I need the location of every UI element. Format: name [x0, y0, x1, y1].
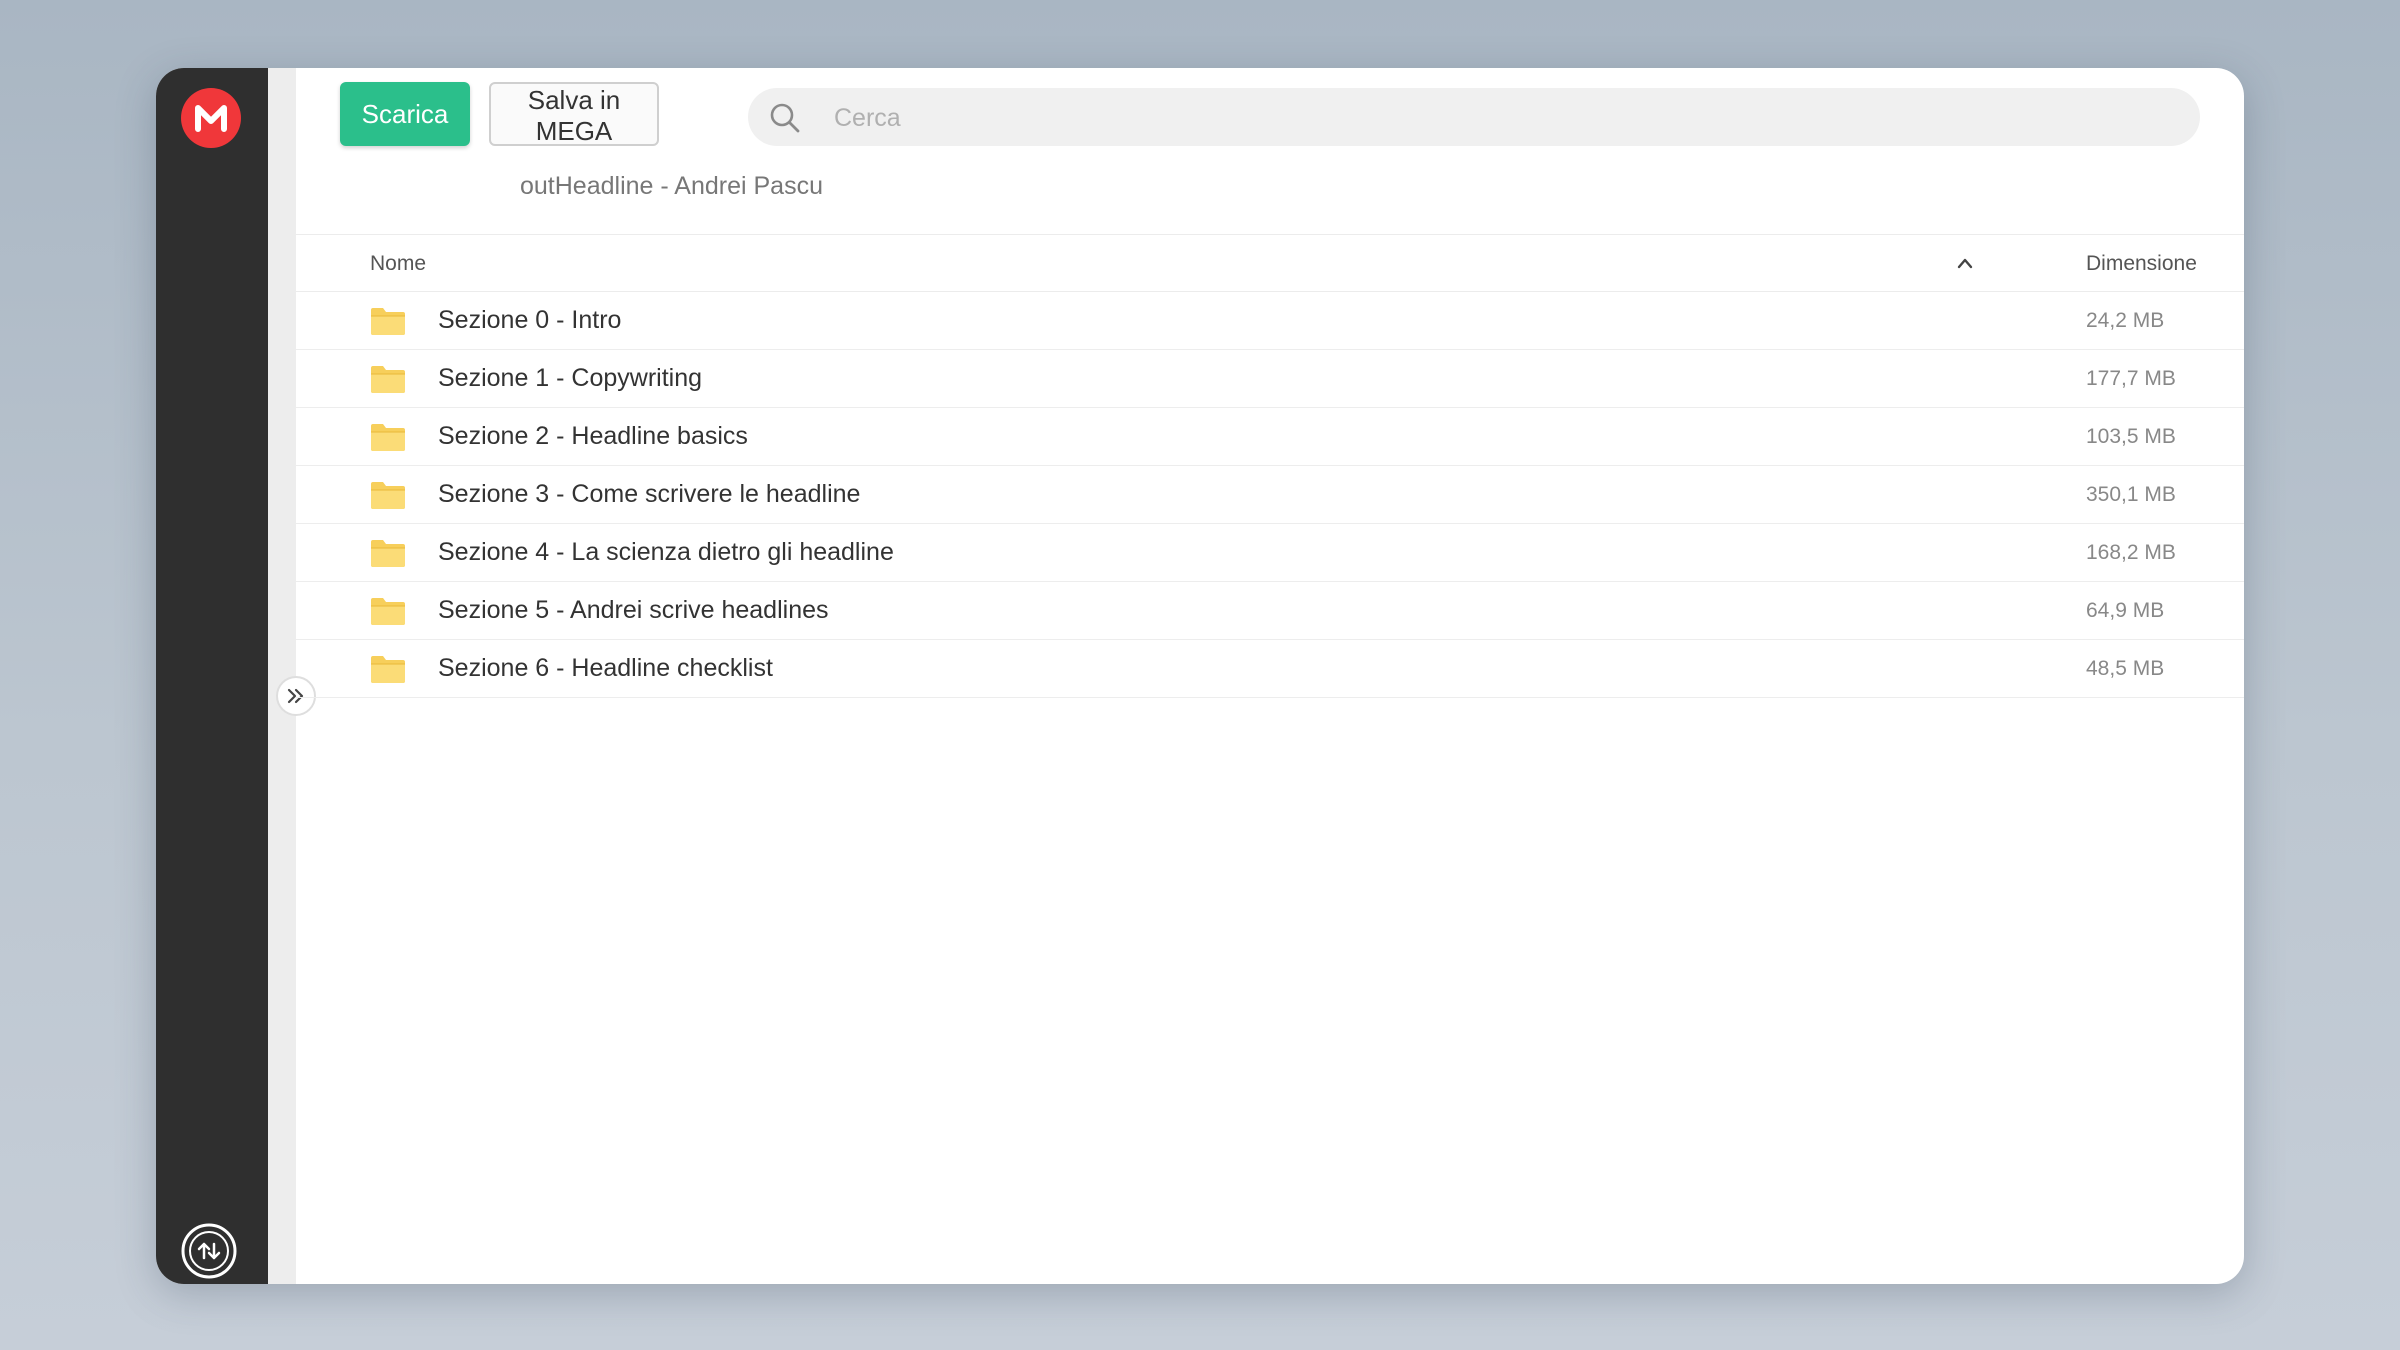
item-name: Sezione 6 - Headline checklist	[438, 654, 773, 682]
list-item[interactable]: Sezione 4 - La scienza dietro gli headli…	[296, 524, 2244, 582]
item-name: Sezione 1 - Copywriting	[438, 364, 703, 392]
folder-icon	[370, 596, 406, 631]
item-name: Sezione 5 - Andrei scrive headlines	[438, 596, 829, 624]
chevron-up-icon[interactable]	[1956, 256, 1974, 275]
folder-icon	[370, 654, 406, 689]
item-size: 177,7 MB	[2086, 367, 2176, 390]
column-header-name[interactable]: Nome	[370, 252, 426, 276]
list-header: Nome Dimensione Tipo	[296, 234, 2244, 292]
save-to-mega-button[interactable]: Salva in MEGA	[489, 82, 659, 146]
list-item[interactable]: Sezione 2 - Headline basics 103,5 MB Car…	[296, 408, 2244, 466]
folder-icon	[370, 422, 406, 457]
item-size: 64,9 MB	[2086, 599, 2165, 622]
mega-logo-icon[interactable]	[181, 88, 241, 148]
folder-icon	[370, 306, 406, 341]
folder-icon	[370, 480, 406, 515]
folder-icon	[370, 538, 406, 573]
item-size: 48,5 MB	[2086, 657, 2165, 680]
list-item[interactable]: Sezione 5 - Andrei scrive headlines 64,9…	[296, 582, 2244, 640]
search-icon[interactable]	[768, 101, 802, 135]
search-bar	[748, 88, 2200, 146]
item-name: Sezione 3 - Come scrivere le headline	[438, 480, 861, 508]
folder-icon	[370, 364, 406, 399]
transfer-manager-icon[interactable]	[180, 1222, 238, 1280]
item-name: Sezione 2 - Headline basics	[438, 422, 748, 450]
list-item[interactable]: Sezione 3 - Come scrivere le headline 35…	[296, 466, 2244, 524]
app-window: Scarica Salva in MEGA outHeadline - Andr…	[156, 68, 2244, 1284]
download-button[interactable]: Scarica	[340, 82, 470, 146]
sidebar	[156, 68, 268, 1284]
list-item[interactable]: Sezione 6 - Headline checklist 48,5 MB C…	[296, 640, 2244, 698]
item-name: Sezione 4 - La scienza dietro gli headli…	[438, 538, 894, 566]
item-name: Sezione 0 - Intro	[438, 306, 622, 334]
file-list: Nome Dimensione Tipo Sezione 0 - Intro 2…	[296, 234, 2244, 1284]
search-input[interactable]	[832, 96, 2176, 140]
list-rows: Sezione 0 - Intro 24,2 MB Cartella Sezio…	[296, 292, 2244, 698]
item-size: 168,2 MB	[2086, 541, 2176, 564]
item-size: 103,5 MB	[2086, 425, 2176, 448]
item-size: 24,2 MB	[2086, 309, 2165, 332]
item-size: 350,1 MB	[2086, 483, 2176, 506]
list-item[interactable]: Sezione 0 - Intro 24,2 MB Cartella	[296, 292, 2244, 350]
list-item[interactable]: Sezione 1 - Copywriting 177,7 MB Cartell…	[296, 350, 2244, 408]
column-header-size[interactable]: Dimensione	[2086, 252, 2197, 276]
breadcrumb[interactable]: outHeadline - Andrei Pascu	[520, 172, 823, 201]
